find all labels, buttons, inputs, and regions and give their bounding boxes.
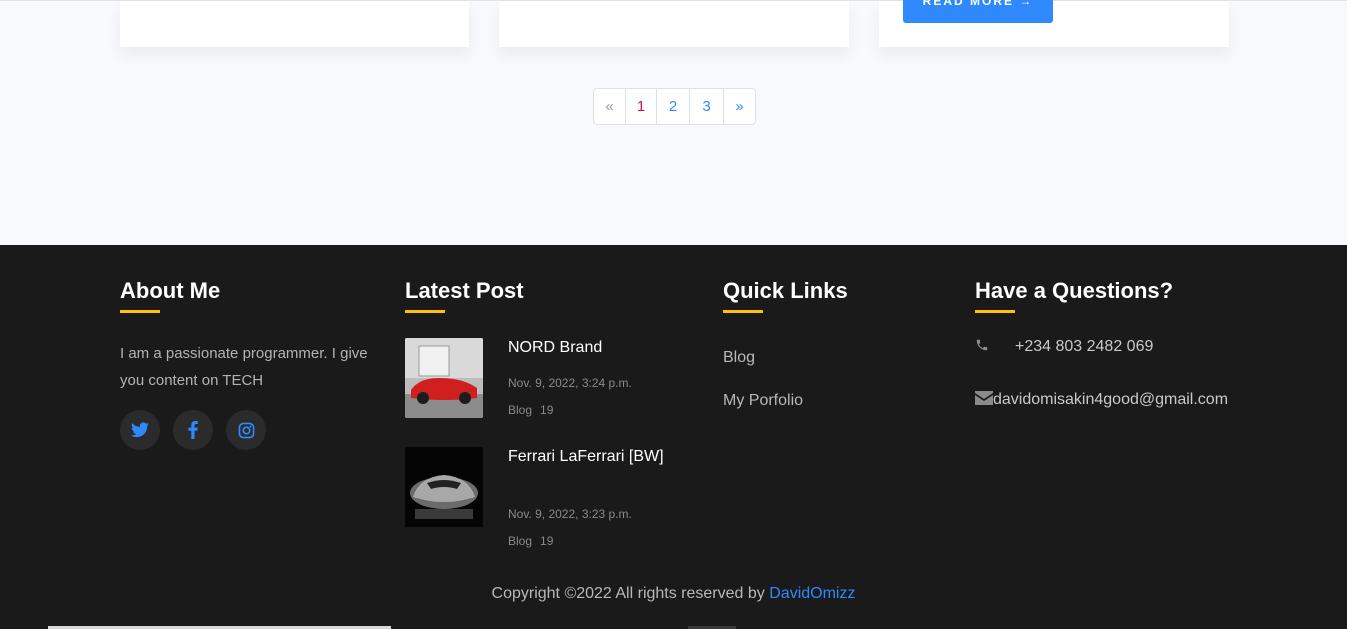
copyright-text: Copyright ©2022 All rights reserved by bbox=[491, 585, 765, 602]
pagination-page-1[interactable]: 1 bbox=[626, 89, 657, 124]
contact-section: Have a Questions? +234 803 2482 069 davi… bbox=[975, 278, 1275, 408]
quick-link-portfolio[interactable]: My Porfolio bbox=[723, 392, 803, 410]
contact-email: davidomisakin4good@gmail.com bbox=[975, 391, 1228, 409]
contact-phone-text[interactable]: +234 803 2482 069 bbox=[1015, 338, 1153, 356]
latest-post-title: Latest Post bbox=[405, 278, 524, 313]
post-category[interactable]: Blog bbox=[508, 403, 532, 417]
pagination-page-3[interactable]: 3 bbox=[690, 89, 724, 124]
post-thumbnail[interactable] bbox=[405, 338, 483, 418]
post-category[interactable]: Blog bbox=[508, 534, 532, 548]
blog-card bbox=[499, 1, 849, 47]
blog-section: READ MORE → « 1 2 3 » bbox=[0, 0, 1347, 245]
read-more-button[interactable]: READ MORE → bbox=[903, 0, 1053, 23]
blog-card: READ MORE → bbox=[879, 0, 1229, 47]
quick-links-section: Quick Links Blog My Porfolio bbox=[723, 278, 923, 409]
pagination-prev[interactable]: « bbox=[594, 89, 626, 124]
contact-phone: +234 803 2482 069 bbox=[975, 338, 1153, 356]
twitter-icon[interactable] bbox=[120, 410, 160, 450]
pagination-next[interactable]: » bbox=[724, 89, 755, 124]
social-links bbox=[120, 410, 370, 450]
post-meta: Blog 19 bbox=[508, 534, 561, 548]
post-title[interactable]: Ferrari LaFerrari [BW] bbox=[508, 446, 668, 468]
facebook-icon[interactable] bbox=[173, 410, 213, 450]
about-section: About Me I am a passionate programmer. I… bbox=[120, 278, 370, 450]
contact-email-text[interactable]: davidomisakin4good@gmail.com bbox=[993, 391, 1228, 409]
about-text: I am a passionate programmer. I give you… bbox=[120, 345, 368, 389]
latest-post-section: Latest Post NORD Brand Nov. 9, 2022, 3:2… bbox=[405, 278, 665, 548]
envelope-icon bbox=[975, 391, 993, 409]
post-count: 19 bbox=[540, 403, 554, 417]
post-thumbnail[interactable] bbox=[405, 447, 483, 527]
site-footer: About Me I am a passionate programmer. I… bbox=[0, 245, 1347, 629]
post-meta: Blog 19 bbox=[508, 403, 561, 417]
phone-icon bbox=[975, 338, 1015, 356]
post-title[interactable]: NORD Brand bbox=[508, 337, 668, 359]
contact-title: Have a Questions? bbox=[975, 278, 1173, 313]
copyright: Copyright ©2022 All rights reserved by D… bbox=[0, 585, 1347, 603]
about-title: About Me bbox=[120, 278, 220, 313]
blog-card bbox=[120, 1, 469, 47]
post-count: 19 bbox=[540, 534, 554, 548]
quick-link-blog[interactable]: Blog bbox=[723, 349, 755, 367]
instagram-icon[interactable] bbox=[226, 410, 266, 450]
post-date: Nov. 9, 2022, 3:24 p.m. bbox=[508, 376, 632, 390]
quick-links-title: Quick Links bbox=[723, 278, 848, 313]
pagination-page-2[interactable]: 2 bbox=[657, 89, 690, 124]
copyright-author-link[interactable]: DavidOmizz bbox=[769, 585, 855, 602]
post-date: Nov. 9, 2022, 3:23 p.m. bbox=[508, 507, 632, 521]
pagination: « 1 2 3 » bbox=[593, 88, 756, 125]
